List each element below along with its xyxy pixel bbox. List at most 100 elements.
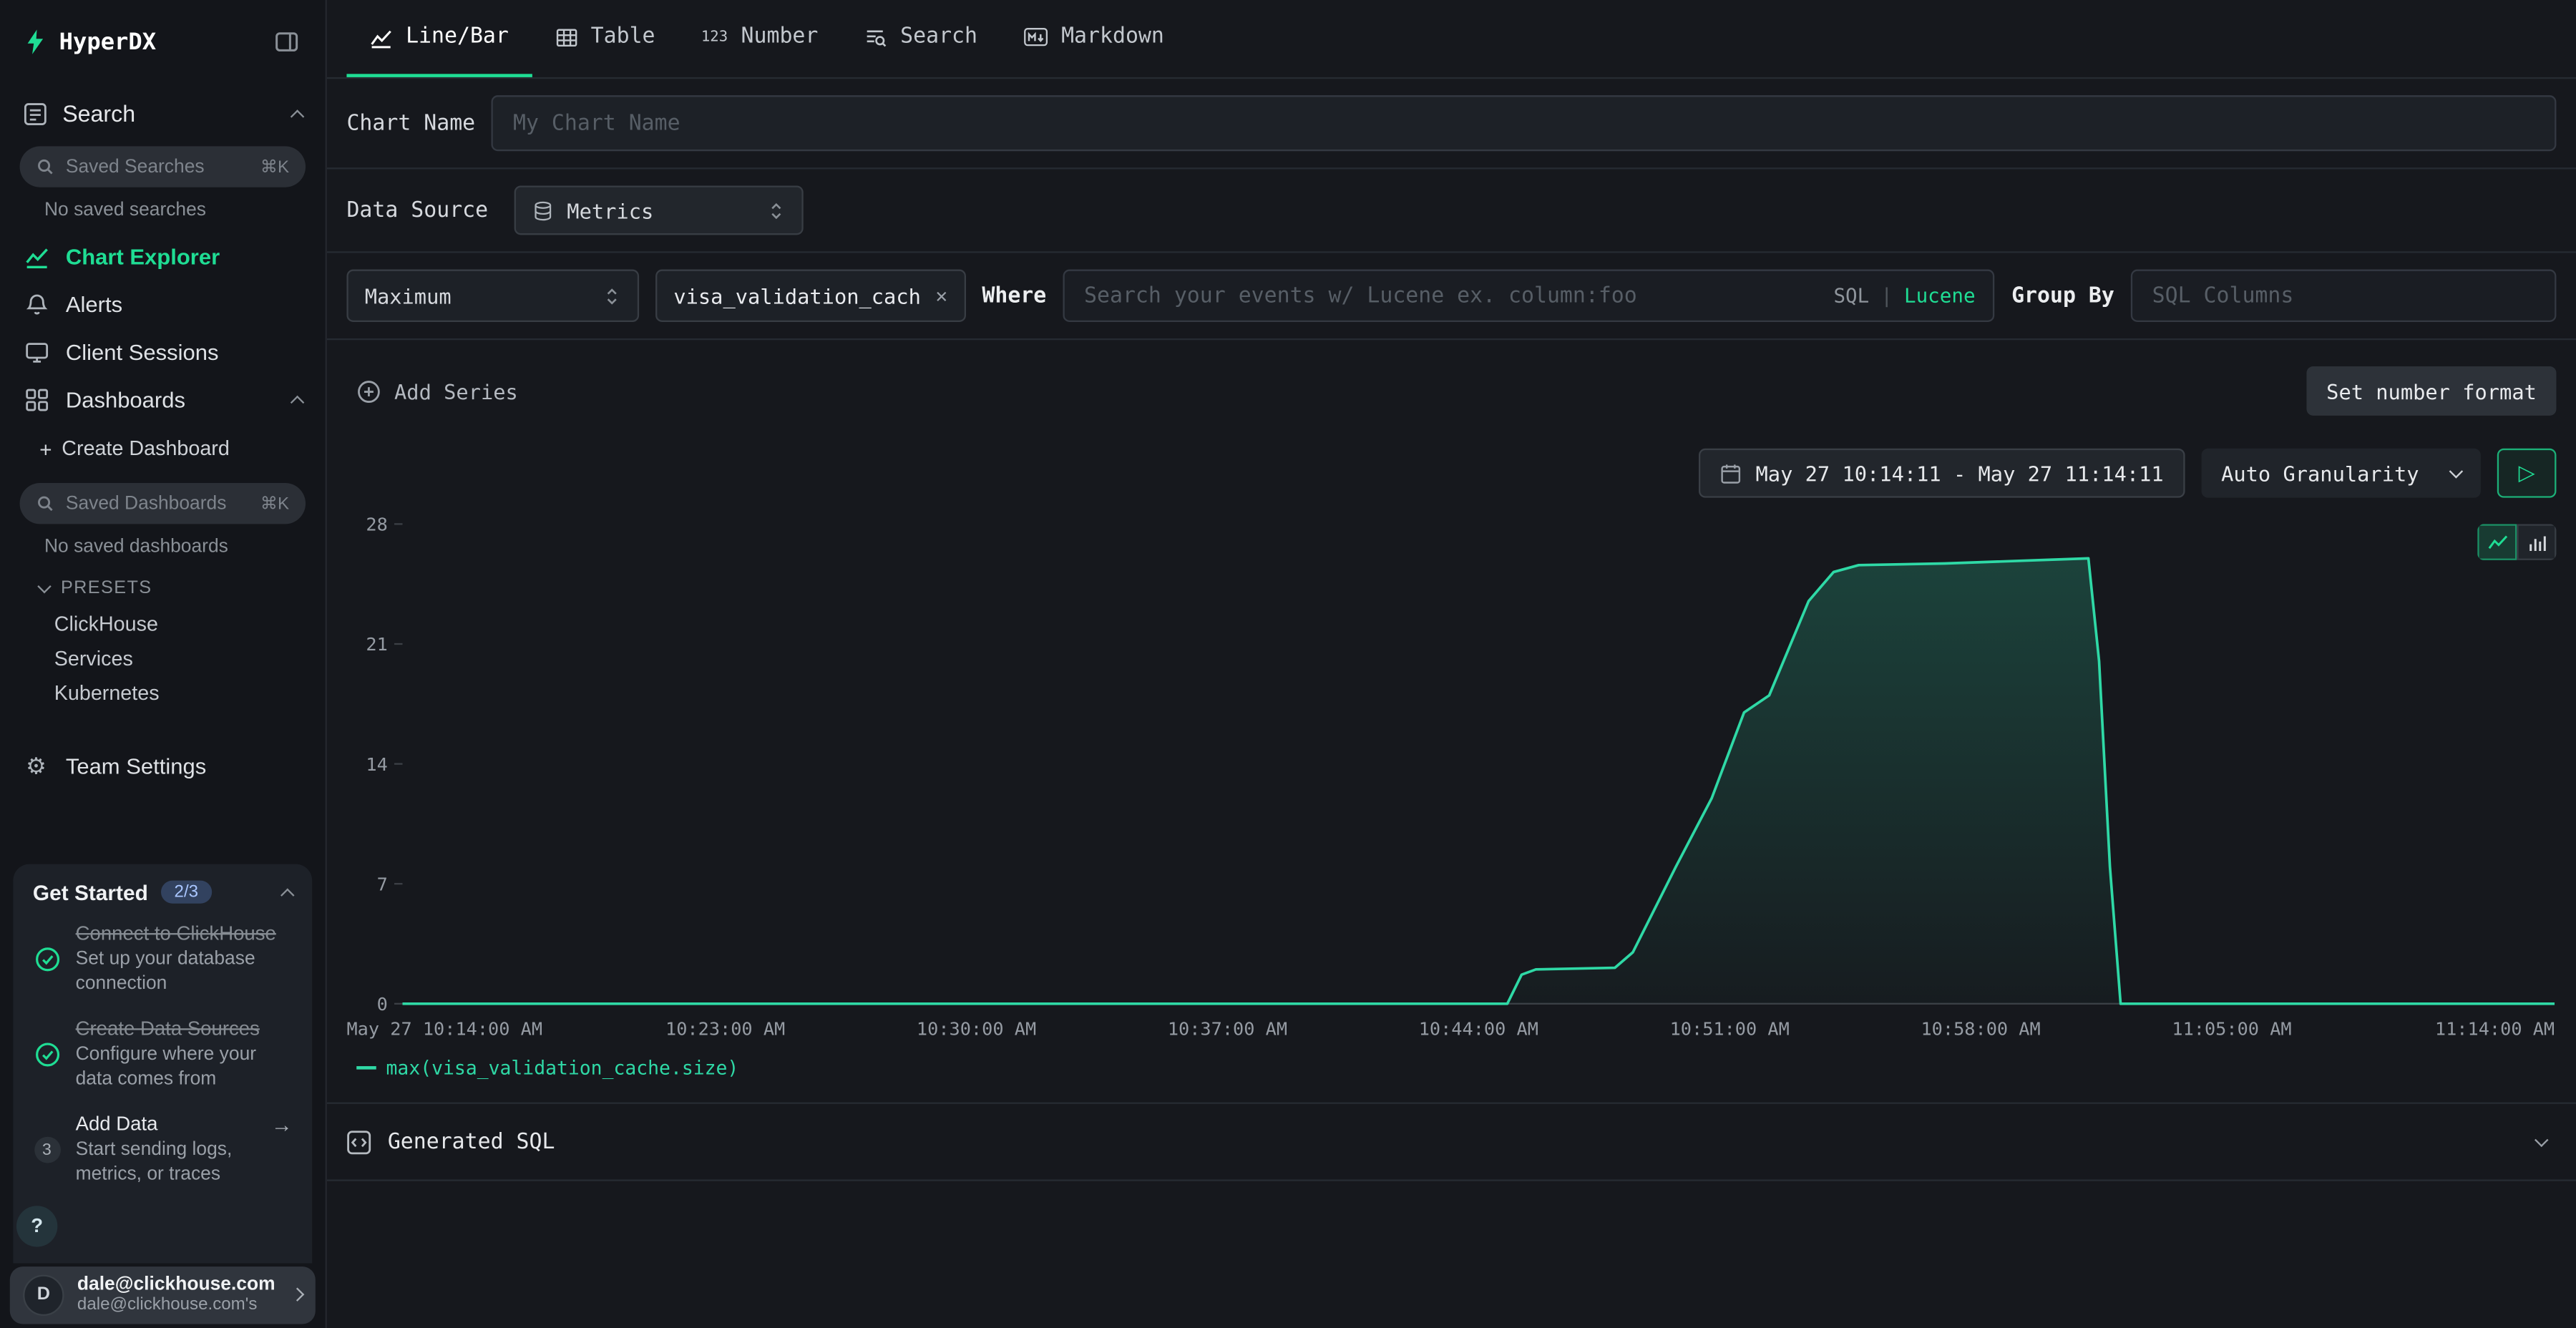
search-icon [36, 494, 54, 512]
app-logo-text: HyperDX [59, 29, 156, 55]
code-icon [346, 1129, 371, 1153]
sidebar-item-alerts[interactable]: Alerts [0, 281, 326, 329]
app-logo[interactable]: HyperDX [23, 29, 156, 55]
help-button[interactable]: ? [16, 1205, 57, 1246]
chevron-down-icon [37, 580, 51, 593]
saved-searches-shortcut: ⌘K [260, 157, 289, 177]
language-sql-option[interactable]: SQL [1833, 284, 1869, 307]
team-settings-label: Team Settings [66, 754, 206, 778]
y-tick-label: 0 [377, 994, 388, 1015]
bar-display-toggle[interactable] [2517, 524, 2556, 560]
sidebar-section-search[interactable]: Search [0, 90, 326, 136]
generated-sql-toggle[interactable]: Generated SQL [327, 1104, 2576, 1180]
tab-label: Search [900, 24, 977, 49]
create-dashboard-button[interactable]: + Create Dashboard [0, 424, 326, 473]
chart-controls: May 27 10:14:11 - May 27 11:14:11 Auto G… [346, 449, 2556, 498]
sidebar-spacer [0, 790, 326, 864]
user-team: dale@clickhouse.com's [77, 1294, 279, 1314]
date-range-picker[interactable]: May 27 10:14:11 - May 27 11:14:11 [1698, 449, 2185, 498]
empty-area [327, 1181, 2576, 1328]
query-language-toggle: SQL | Lucene [1833, 270, 1975, 322]
chart-display-toggle [2477, 524, 2556, 560]
granularity-select[interactable]: Auto Granularity [2202, 449, 2481, 498]
preset-item-kubernetes[interactable]: Kubernetes [0, 675, 326, 710]
get-started-header[interactable]: Get Started 2/3 [33, 880, 293, 904]
presets-toggle[interactable]: PRESETS [0, 570, 326, 607]
get-started-step-add-data[interactable]: 3 Add Data → Start sending logs, metrics… [33, 1111, 293, 1188]
get-started-title: Get Started [33, 880, 148, 904]
aggregation-select[interactable]: Maximum [346, 270, 639, 322]
x-tick-label: 10:23:00 AM [665, 1018, 785, 1039]
where-label: Where [982, 283, 1046, 308]
run-query-button[interactable]: ▷ [2497, 449, 2557, 498]
set-number-format-button[interactable]: Set number format [2307, 366, 2557, 416]
tab-number[interactable]: 123 Number [678, 0, 841, 77]
user-menu[interactable]: D dale@clickhouse.com dale@clickhouse.co… [10, 1266, 316, 1323]
add-series-label: Add Series [394, 379, 518, 403]
step-desc: Configure where your data comes from [76, 1043, 293, 1093]
data-source-select[interactable]: Metrics [514, 185, 804, 235]
aggregation-value: Maximum [365, 283, 590, 308]
chart-name-input[interactable] [492, 95, 2556, 151]
metric-tag-label: visa_validation_cach [673, 283, 921, 308]
step-title: Add Data [76, 1111, 158, 1137]
x-tick-label: 10:51:00 AM [1670, 1018, 1790, 1039]
sidebar-item-label: Chart Explorer [66, 245, 220, 269]
group-by-input[interactable] [2131, 270, 2557, 322]
search-list-icon [864, 26, 887, 49]
tab-table[interactable]: Table [532, 0, 678, 77]
y-tick-label: 28 [366, 514, 387, 535]
sidebar-item-client-sessions[interactable]: Client Sessions [0, 328, 326, 376]
chart-section: May 27 10:14:11 - May 27 11:14:11 Auto G… [327, 442, 2576, 1103]
x-tick-label: 10:44:00 AM [1419, 1018, 1538, 1039]
preset-item-services[interactable]: Services [0, 640, 326, 675]
x-tick-label: 10:37:00 AM [1168, 1018, 1287, 1039]
x-tick-label: 11:14:00 AM [2435, 1018, 2555, 1039]
saved-searches-placeholder: Saved Searches [66, 157, 249, 177]
collapse-sidebar-button[interactable] [271, 26, 303, 58]
tab-search[interactable]: Search [841, 0, 1001, 77]
saved-dashboards-input[interactable]: Saved Dashboards ⌘K [20, 483, 306, 524]
remove-metric-icon[interactable]: ✕ [936, 284, 948, 307]
main-content: Line/Bar Table 123 Number Search [327, 0, 2576, 1328]
chart-type-tabs: Line/Bar Table 123 Number Search [327, 0, 2576, 79]
step-desc: Start sending logs, metrics, or traces [76, 1138, 293, 1188]
get-started-step-connect[interactable]: Connect to ClickHouse Set up your databa… [33, 921, 293, 998]
tab-markdown[interactable]: Markdown [1000, 0, 1187, 77]
language-lucene-option[interactable]: Lucene [1904, 284, 1976, 307]
step-number: 3 [34, 1137, 60, 1163]
add-series-button[interactable]: Add Series [346, 377, 527, 405]
metric-tag[interactable]: visa_validation_cach ✕ [655, 270, 965, 322]
preset-item-clickhouse[interactable]: ClickHouse [0, 606, 326, 640]
line-display-toggle[interactable] [2477, 524, 2517, 560]
chart-canvas[interactable]: 07142128May 27 10:14:00 AM10:23:00 AM10:… [346, 504, 2555, 1047]
get-started-step-sources[interactable]: Create Data Sources Configure where your… [33, 1016, 293, 1093]
group-by-label: Group By [2011, 283, 2114, 308]
sidebar-item-chart-explorer[interactable]: Chart Explorer [0, 233, 326, 281]
tab-label: Table [591, 24, 655, 49]
chevron-up-icon [291, 109, 304, 122]
series-area-fill [403, 558, 2555, 1003]
app-window: HyperDX Search Saved Searches ⌘K No save… [0, 0, 2576, 1328]
data-source-row: Data Source Metrics [327, 169, 2576, 253]
generated-sql-label: Generated SQL [388, 1129, 2520, 1153]
step-title: Create Data Sources [76, 1016, 293, 1042]
search-section-label: Search [62, 100, 135, 127]
tab-line-bar[interactable]: Line/Bar [346, 0, 532, 77]
saved-dashboards-shortcut: ⌘K [260, 494, 289, 514]
sidebar-item-dashboards[interactable]: Dashboards [0, 376, 326, 424]
panel-collapse-icon [274, 29, 298, 54]
data-source-label: Data Source [346, 198, 488, 223]
language-separator: | [1880, 284, 1893, 307]
chevron-right-icon [291, 1287, 304, 1301]
chart-legend[interactable]: max(visa_validation_cache.size) [356, 1056, 2556, 1079]
sidebar-item-team-settings[interactable]: ⚙ Team Settings [0, 743, 326, 791]
chart-name-label: Chart Name [346, 111, 475, 135]
chevron-down-icon [2449, 464, 2463, 478]
create-dashboard-label: Create Dashboard [62, 437, 230, 460]
tab-label: Markdown [1061, 24, 1164, 49]
step-title: Connect to ClickHouse [76, 921, 293, 947]
select-updown-icon [603, 285, 621, 306]
saved-searches-input[interactable]: Saved Searches ⌘K [20, 146, 306, 187]
bell-icon [23, 293, 49, 317]
